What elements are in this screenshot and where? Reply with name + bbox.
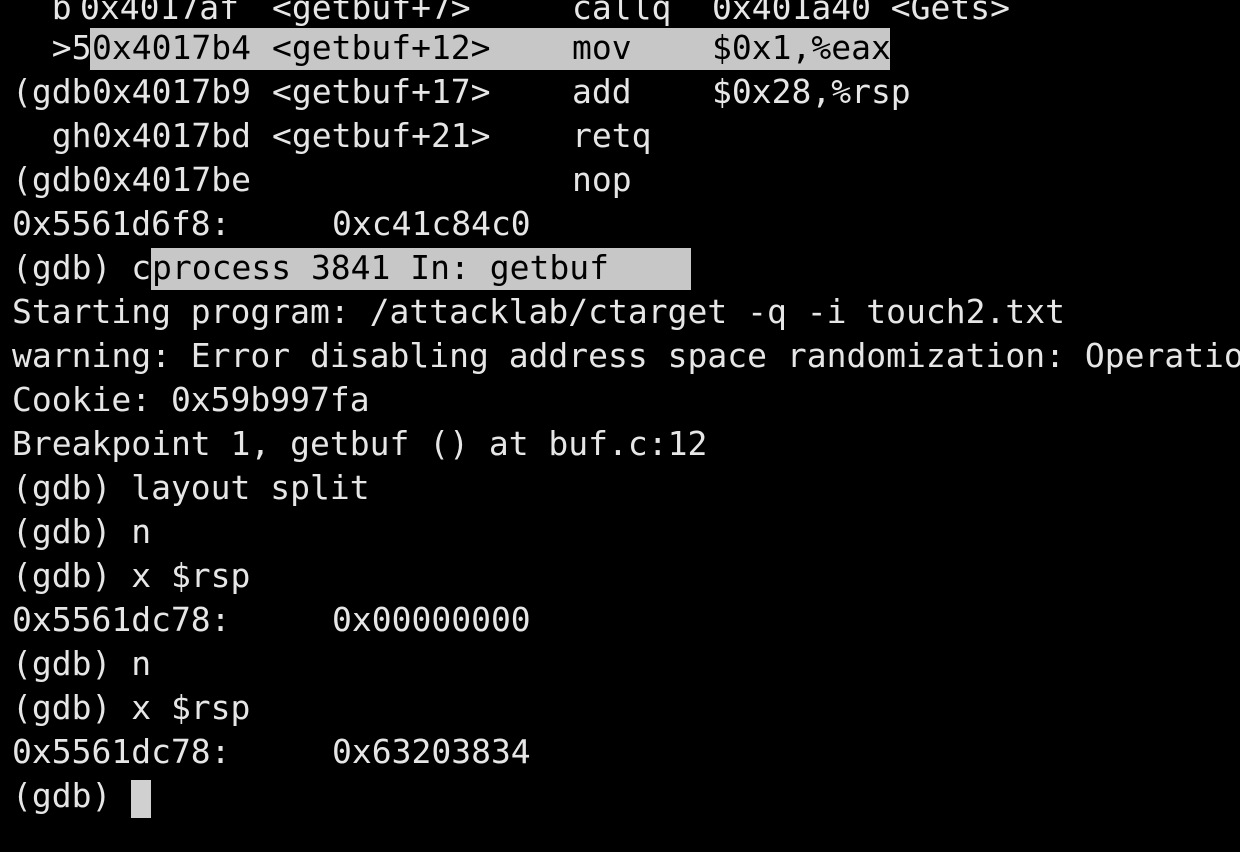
- asm-row-current: >5 0x4017b4 <getbuf+12> mov $0x1,%eax: [0, 26, 891, 70]
- memory-value: 0x63203834: [332, 732, 531, 771]
- asm-row: gh 0x4017bd <getbuf+21> retq: [0, 114, 652, 158]
- console-line: Cookie: 0x59b997fa: [12, 380, 370, 419]
- asm-address: 0x4017b4: [92, 28, 251, 67]
- memory-address: 0x5561d6f8:: [12, 204, 231, 243]
- console-line: Breakpoint 1, getbuf () at buf.c:12: [12, 424, 708, 463]
- console-line: (gdb) n: [12, 512, 152, 551]
- asm-row: (gdb 0x4017b9 <getbuf+17> add $0x28,%rsp: [0, 70, 911, 114]
- memory-address: 0x5561dc78:: [12, 732, 231, 771]
- asm-operands: $0x28,%rsp: [712, 72, 911, 111]
- text-cursor[interactable]: [131, 780, 151, 818]
- asm-opcode: retq: [572, 116, 652, 155]
- asm-prefix: (gdb: [12, 72, 92, 111]
- asm-prefix: >5: [12, 28, 92, 67]
- asm-row: (gdb 0x4017be nop: [0, 158, 632, 202]
- asm-opcode: mov: [572, 28, 632, 67]
- memory-output-line: 0x5561dc78: 0x63203834: [0, 730, 531, 774]
- asm-opcode: nop: [572, 160, 632, 199]
- gdb-prompt: (gdb): [12, 776, 132, 815]
- console-command-fragment: (gdb) c: [12, 248, 152, 287]
- memory-value: 0xc41c84c0: [332, 204, 531, 243]
- console-line: (gdb) n: [12, 644, 152, 683]
- memory-output-line: 0x5561dc78: 0x00000000: [0, 598, 531, 642]
- asm-symbol: <getbuf+21>: [272, 116, 491, 155]
- console-line: (gdb) layout split: [12, 468, 370, 507]
- status-bar-text: process 3841 In: getbuf: [152, 248, 609, 287]
- status-line: (gdb) c process 3841 In: getbuf: [0, 246, 691, 290]
- asm-address: 0x4017bd: [92, 116, 251, 155]
- warning-line: warning: Error disabling address space r…: [12, 336, 1240, 375]
- gdb-terminal[interactable]: b 0x4017af <getbuf+7> callq 0x401a40 <Ge…: [0, 0, 1240, 852]
- asm-opcode: add: [572, 72, 632, 111]
- memory-value: 0x00000000: [332, 600, 531, 639]
- memory-output-line: 0x5561d6f8: 0xc41c84c0: [0, 202, 531, 246]
- command-input-line[interactable]: (gdb): [0, 774, 151, 818]
- asm-address: 0x4017be: [92, 160, 251, 199]
- asm-symbol: <getbuf+17>: [272, 72, 491, 111]
- console-line: (gdb) x $rsp: [12, 688, 251, 727]
- asm-prefix: (gdb: [12, 160, 92, 199]
- asm-operands: $0x1,%eax: [712, 28, 891, 67]
- console-line: Starting program: /attacklab/ctarget -q …: [12, 292, 1065, 331]
- asm-address: 0x4017b9: [92, 72, 251, 111]
- console-line: (gdb) x $rsp: [12, 556, 251, 595]
- asm-symbol: <getbuf+12>: [272, 28, 491, 67]
- asm-prefix: gh: [12, 116, 92, 155]
- memory-address: 0x5561dc78:: [12, 600, 231, 639]
